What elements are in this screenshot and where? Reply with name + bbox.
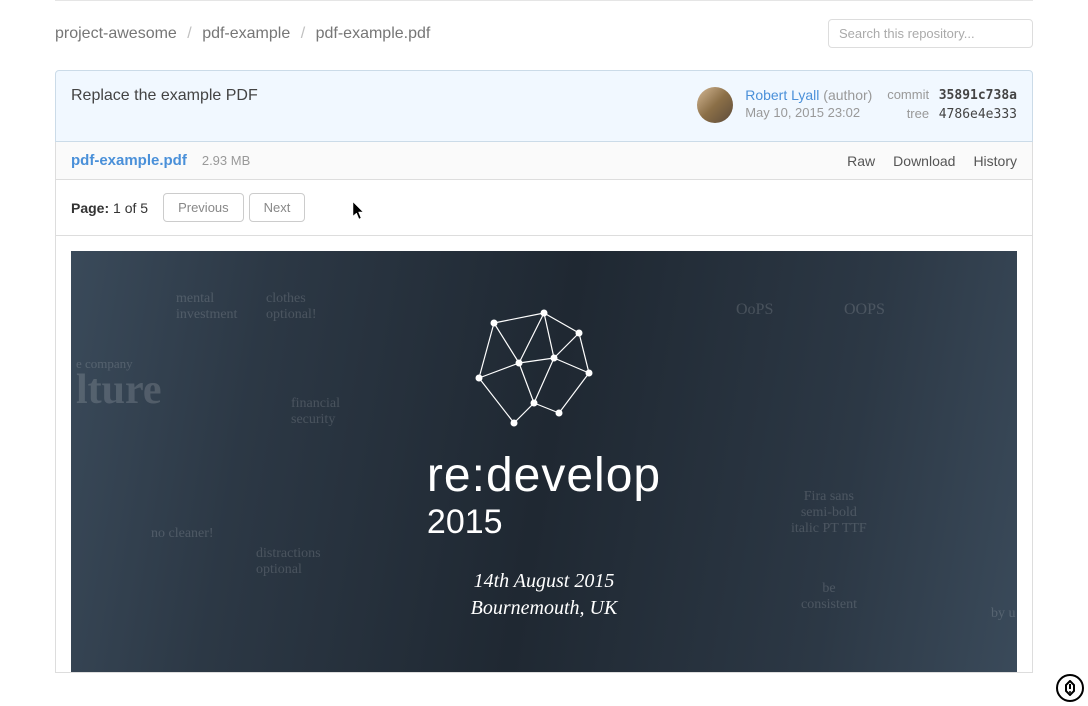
- breadcrumb-part[interactable]: pdf-example: [202, 25, 290, 42]
- author-name-link[interactable]: Robert Lyall: [745, 87, 819, 103]
- commit-date: May 10, 2015 23:02: [745, 105, 875, 120]
- author-role: (author): [823, 87, 872, 103]
- file-header: pdf-example.pdf 2.93 MB Raw Download His…: [55, 142, 1033, 180]
- breadcrumb-part: pdf-example.pdf: [316, 25, 431, 42]
- search-input[interactable]: [828, 19, 1033, 48]
- file-name[interactable]: pdf-example.pdf: [71, 152, 187, 169]
- download-link[interactable]: Download: [893, 153, 955, 169]
- cursor-icon: [353, 202, 365, 220]
- pdf-preview-area: mental investment clothes optional! e co…: [55, 236, 1033, 673]
- previous-button[interactable]: Previous: [163, 193, 244, 222]
- commit-message: Replace the example PDF: [71, 87, 258, 105]
- file-size: 2.93 MB: [202, 153, 250, 168]
- pager-bar: Page: 1 of 5 Previous Next: [55, 180, 1033, 236]
- tree-hash-label: tree: [907, 106, 929, 121]
- breadcrumb-separator: /: [187, 25, 191, 42]
- history-link[interactable]: History: [973, 153, 1017, 169]
- help-icon[interactable]: [1056, 674, 1084, 702]
- commit-hash-label: commit: [887, 87, 929, 102]
- avatar[interactable]: [697, 87, 733, 123]
- doodle-overlay: mental investment clothes optional! e co…: [71, 251, 1017, 672]
- pdf-page[interactable]: mental investment clothes optional! e co…: [71, 251, 1017, 672]
- breadcrumb-separator: /: [301, 25, 305, 42]
- commit-hash[interactable]: 35891c738a: [939, 88, 1017, 103]
- next-button[interactable]: Next: [249, 193, 306, 222]
- commit-box: Replace the example PDF Robert Lyall (au…: [55, 70, 1033, 142]
- breadcrumb-part[interactable]: project-awesome: [55, 25, 177, 42]
- page-info: Page: 1 of 5: [71, 200, 148, 216]
- breadcrumb: project-awesome / pdf-example / pdf-exam…: [55, 25, 430, 43]
- raw-link[interactable]: Raw: [847, 153, 875, 169]
- tree-hash[interactable]: 4786e4e333: [939, 107, 1017, 122]
